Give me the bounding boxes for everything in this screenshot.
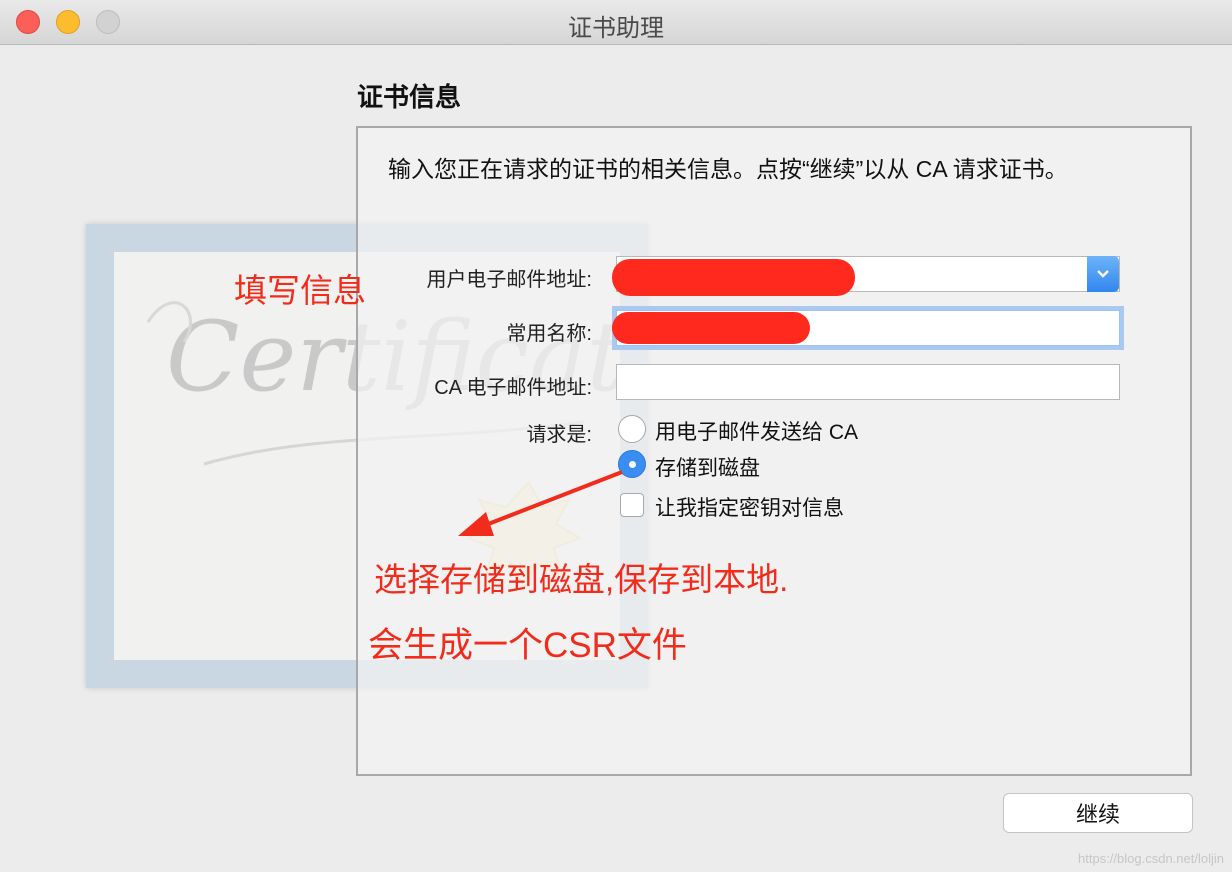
annotation-csr-note: 会生成一个CSR文件 — [368, 626, 687, 665]
annotation-arrow-icon — [458, 470, 623, 536]
continue-button[interactable]: 继续 — [1003, 793, 1193, 833]
certificate-assistant-window: 证书助理 Certificate 证书信息 输入您正在请求的证书的相关信息。点按… — [0, 0, 1232, 872]
annotation-save-to-disk: 选择存储到磁盘,保存到本地. — [374, 561, 789, 598]
watermark: https://blog.csdn.net/loljin — [1078, 851, 1224, 866]
